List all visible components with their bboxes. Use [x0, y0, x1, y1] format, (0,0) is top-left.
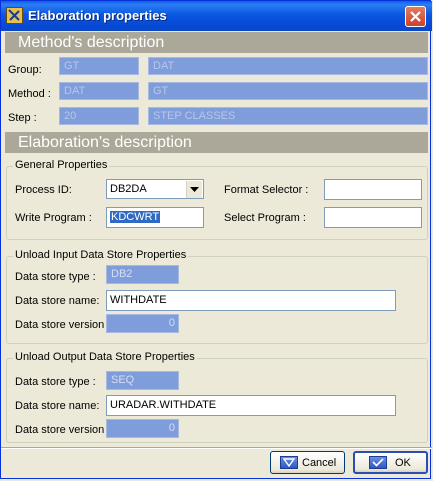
write-program-input[interactable]: KDCWRT: [106, 207, 204, 228]
output-name-label: Data store name:: [15, 400, 100, 412]
close-icon[interactable]: [405, 6, 426, 27]
chevron-down-icon[interactable]: [186, 181, 202, 198]
app-icon: [6, 7, 23, 24]
input-type-field: DB2: [106, 265, 179, 284]
group-code-field: GT: [59, 57, 139, 75]
input-name-label: Data store name:: [15, 295, 100, 307]
output-version-field: 0: [106, 419, 179, 438]
cancel-button[interactable]: Cancel: [270, 451, 345, 474]
cancel-icon: [280, 456, 298, 469]
format-selector-label: Format Selector :: [224, 184, 309, 196]
unload-output-title: Unload Output Data Store Properties: [13, 351, 197, 363]
input-version-label: Data store version :: [15, 319, 111, 331]
elaboration-description-header: Elaboration's description: [5, 132, 428, 153]
step-code-field: 20: [59, 107, 139, 125]
step-name-field: STEP CLASSES: [148, 107, 428, 125]
method-code-field: DAT: [59, 82, 139, 100]
method-description-header: Method's description: [5, 32, 428, 53]
checkmark-icon: [369, 456, 387, 469]
write-program-label: Write Program :: [15, 212, 92, 224]
elaboration-properties-window: Elaboration properties Method's descript…: [0, 0, 432, 479]
cancel-label: Cancel: [302, 457, 337, 469]
format-selector-input[interactable]: [324, 179, 422, 200]
group-label: Group:: [8, 64, 42, 76]
step-label: Step :: [8, 112, 37, 124]
output-type-field: SEQ: [106, 371, 179, 390]
group-name-field: DAT: [148, 57, 428, 75]
select-program-label: Select Program :: [224, 212, 306, 224]
output-type-label: Data store type :: [15, 376, 96, 388]
write-program-value: KDCWRT: [110, 211, 161, 223]
method-name-field: GT: [148, 82, 428, 100]
output-name-input[interactable]: URADAR.WITHDATE: [106, 395, 396, 416]
window-title: Elaboration properties: [28, 8, 167, 23]
general-properties-title: General Properties: [13, 159, 110, 171]
input-type-label: Data store type :: [15, 271, 96, 283]
ok-button[interactable]: OK: [353, 451, 428, 474]
unload-input-title: Unload Input Data Store Properties: [13, 249, 189, 261]
process-id-select[interactable]: DB2DA: [106, 179, 204, 199]
input-version-field: 0: [106, 314, 179, 333]
title-bar[interactable]: Elaboration properties: [1, 1, 432, 31]
process-id-value: DB2DA: [110, 183, 147, 195]
method-label: Method :: [8, 88, 51, 100]
input-name-input[interactable]: WITHDATE: [106, 290, 396, 311]
general-properties-group: [6, 166, 428, 240]
divider: [1, 448, 432, 449]
output-version-label: Data store version :: [15, 424, 111, 436]
select-program-input[interactable]: [324, 207, 422, 228]
process-id-label: Process ID:: [15, 184, 72, 196]
ok-label: OK: [395, 457, 411, 469]
